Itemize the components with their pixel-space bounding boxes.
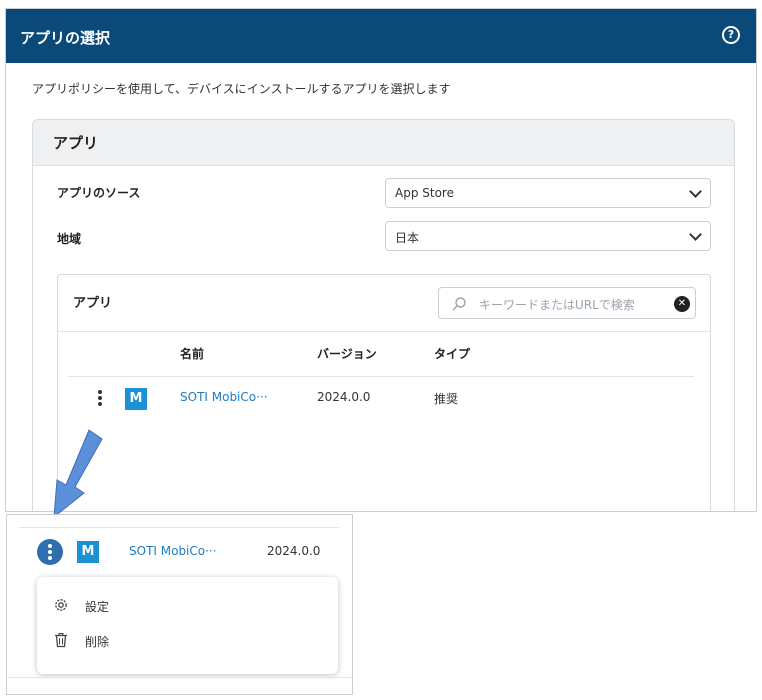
app-list-title: アプリ [73, 296, 113, 311]
app-type: 推奨 [434, 392, 459, 406]
divider [19, 527, 339, 528]
zoom-inset: M SOTI MobiCo··· 2024.0.0 設定 削除 [6, 514, 353, 695]
app-source-label: アプリのソース [57, 186, 141, 200]
app-panel: アプリ アプリのソース App Store 地域 日本 アプリ キーワードまたは… [32, 119, 735, 511]
help-icon[interactable]: ? [722, 26, 740, 44]
app-list-card: アプリ キーワードまたはURLで検索 ✕ 名前 バージョン タイプ M SOTI… [57, 274, 711, 511]
search-input[interactable]: キーワードまたはURLで検索 ✕ [438, 287, 696, 319]
app-version: 2024.0.0 [267, 544, 321, 558]
dialog-description: アプリポリシーを使用して、デバイスにインストールするアプリを選択します [32, 82, 451, 96]
soti-app-logo: M [77, 541, 99, 563]
divider [58, 331, 710, 332]
more-options-icon[interactable] [37, 539, 63, 565]
menu-item-settings[interactable]: 設定 [37, 589, 338, 623]
dialog-header: アプリの選択 ? [6, 9, 756, 63]
region-label: 地域 [57, 232, 82, 246]
column-header-version: バージョン [317, 347, 377, 361]
app-source-select[interactable]: App Store [385, 178, 711, 208]
app-name-link[interactable]: SOTI MobiCo··· [180, 390, 268, 404]
column-header-name: 名前 [180, 347, 205, 361]
chevron-down-icon [689, 185, 702, 198]
panel-title: アプリ [53, 134, 99, 152]
column-header-type: タイプ [434, 347, 471, 361]
region-value: 日本 [395, 231, 420, 245]
context-menu: 設定 削除 [37, 577, 338, 674]
menu-label-settings: 設定 [85, 600, 110, 614]
more-options-icon[interactable] [98, 390, 102, 408]
app-name-link[interactable]: SOTI MobiCo··· [129, 544, 217, 558]
app-source-value: App Store [395, 186, 454, 200]
app-version: 2024.0.0 [317, 390, 371, 404]
trash-icon [55, 632, 67, 648]
gear-icon [55, 599, 67, 611]
pointer-arrow-icon [53, 429, 103, 519]
search-placeholder: キーワードまたはURLで検索 [479, 298, 635, 312]
region-select[interactable]: 日本 [385, 221, 711, 251]
clear-search-icon[interactable]: ✕ [674, 296, 690, 312]
select-app-dialog: アプリの選択 ? アプリポリシーを使用して、デバイスにインストールするアプリを選… [5, 8, 757, 512]
panel-header: アプリ [33, 120, 734, 166]
soti-app-logo: M [125, 388, 147, 410]
menu-label-delete: 削除 [85, 635, 110, 649]
menu-item-delete[interactable]: 削除 [37, 624, 338, 658]
table-row: M SOTI MobiCo··· 2024.0.0 推奨 [58, 377, 710, 419]
divider [7, 677, 352, 678]
search-icon [452, 297, 466, 311]
dialog-title: アプリの選択 [20, 29, 111, 47]
chevron-down-icon [689, 228, 702, 241]
